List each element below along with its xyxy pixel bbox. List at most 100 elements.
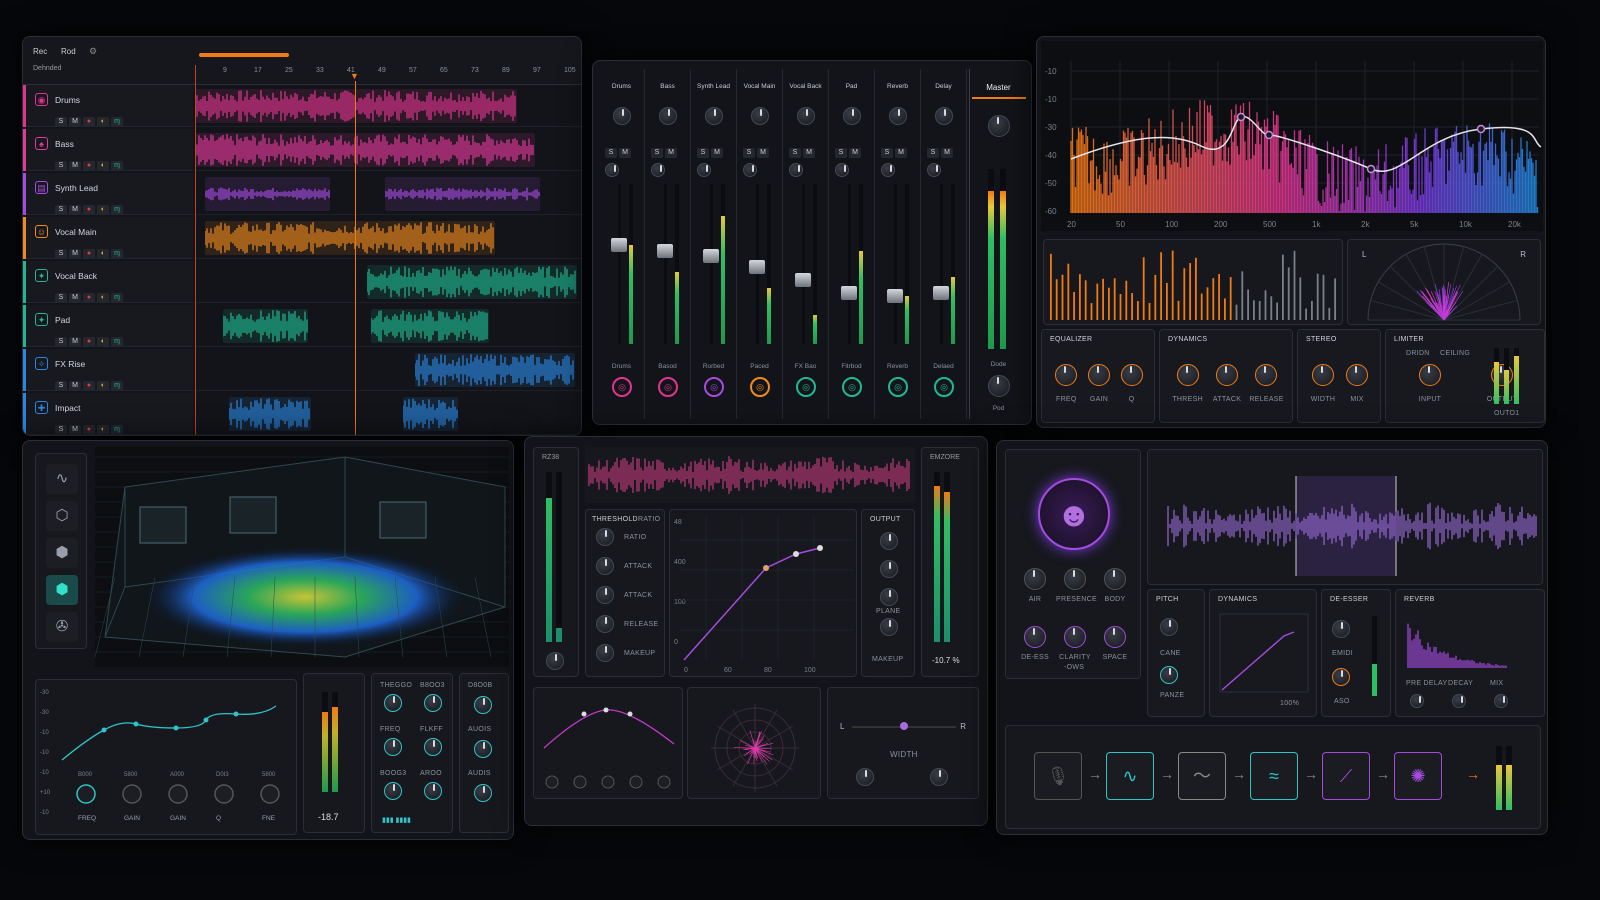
volume-fader[interactable] [933,285,949,300]
fader-track[interactable] [848,184,851,344]
cube-active-icon[interactable]: ⬢ [46,575,78,605]
solo-button[interactable]: S [55,293,67,303]
track-header[interactable]: ✦ Pad S M ● ◐ ɱ [23,305,193,347]
room-eq-node[interactable] [101,727,107,733]
room-right-knob[interactable] [474,740,492,758]
curve-icon[interactable]: ⟋ [1322,752,1370,800]
solo-button[interactable]: S [605,148,617,158]
send-knob[interactable] [743,163,757,177]
fx-button[interactable]: ɱ [111,117,123,127]
vocal-knob[interactable] [1064,568,1086,590]
audio-clip[interactable] [367,265,577,299]
pan-knob[interactable] [797,107,815,125]
mute-button[interactable]: M [69,249,81,259]
audio-clip[interactable] [415,353,575,387]
record-arm-button[interactable]: ● [83,205,95,215]
record-arm-button[interactable]: ● [83,117,95,127]
fx-knob[interactable] [1120,364,1143,386]
master-output-knob[interactable] [988,375,1010,397]
room-mid-knob[interactable] [424,694,442,712]
track-lane[interactable] [195,129,581,171]
record-arm-button[interactable]: ● [83,161,95,171]
send-knob[interactable] [927,163,941,177]
mute-button[interactable]: M [849,148,861,158]
playhead[interactable] [355,81,356,435]
channel-fx-icon[interactable]: ◎ [658,377,678,397]
pitch-knob-2[interactable] [1160,666,1178,684]
speaker-panel[interactable] [229,496,277,534]
mute-button[interactable]: M [711,148,723,158]
eq-node[interactable] [1236,112,1246,122]
track-header[interactable]: ◉ Drums S M ● ◐ ɱ [23,85,193,127]
monitor-button[interactable]: ◐ [97,205,109,215]
comp-transfer-curve[interactable] [683,547,821,661]
comp-vectorscope[interactable] [687,687,821,799]
deesser-knob-2[interactable] [1332,668,1350,686]
record-arm-button[interactable]: ● [83,337,95,347]
cube-icon[interactable]: ⬢ [46,538,78,568]
fx-button[interactable]: ɱ [111,161,123,171]
comp-param-knob[interactable] [596,586,614,604]
room-eq-knob[interactable] [214,784,234,804]
channel-fx-icon[interactable]: ◎ [612,377,632,397]
audio-clip[interactable] [195,133,535,167]
channel-fx-icon[interactable]: ◎ [842,377,862,397]
channel-fx-icon[interactable]: ◎ [750,377,770,397]
audio-clip[interactable] [371,309,489,343]
width-slider-handle[interactable] [900,722,908,730]
monitor-button[interactable]: ◐ [97,381,109,391]
mode-label[interactable]: Dehnded [33,65,61,72]
monitor-button[interactable]: ◐ [97,249,109,259]
volume-fader[interactable] [841,285,857,300]
solo-button[interactable]: S [651,148,663,158]
mute-button[interactable]: M [665,148,677,158]
track-header[interactable]: ♠ Bass S M ● ◐ ɱ [23,129,193,171]
fx-knob[interactable] [1176,364,1199,386]
room-mid-knob[interactable] [424,738,442,756]
fx-button[interactable]: ɱ [111,425,123,435]
width-knob-r[interactable] [930,768,948,786]
track-header[interactable]: ✧ FX Rise S M ● ◐ ɱ [23,349,193,391]
pulse-icon[interactable]: 〜 [1178,752,1226,800]
solo-button[interactable]: S [55,161,67,171]
mute-button[interactable]: M [69,293,81,303]
audio-clip[interactable] [195,89,517,123]
tab-rod[interactable]: Rod [61,47,76,56]
speaker-panel[interactable] [139,506,187,544]
solo-button[interactable]: S [697,148,709,158]
microphone-icon[interactable]: 🎙 [1034,752,1082,800]
fx-button[interactable]: ɱ [111,337,123,347]
room-eq-node[interactable] [173,725,179,731]
mute-button[interactable]: M [69,117,81,127]
cube-outline-icon[interactable]: ⬡ [46,501,78,531]
room-eq-curve[interactable] [61,705,277,761]
monitor-button[interactable]: ◐ [97,117,109,127]
mute-button[interactable]: M [803,148,815,158]
comp-eq-node[interactable] [603,707,609,713]
record-arm-button[interactable]: ● [83,249,95,259]
comp-transfer-graph[interactable]: 48 400 100 0 0 60 80 100 [669,509,857,677]
vocal-knob[interactable] [1104,626,1126,648]
fx-button[interactable]: ɱ [111,293,123,303]
room-eq-knob[interactable] [260,784,280,804]
record-arm-button[interactable]: ● [83,425,95,435]
track-lane[interactable] [195,305,581,347]
track-header[interactable]: ▤ Synth Lead S M ● ◐ ɱ [23,173,193,215]
comp-output-knob[interactable] [880,532,898,550]
record-arm-button[interactable]: ● [83,381,95,391]
tab-rec[interactable]: Rec [33,47,47,56]
audio-clip[interactable] [223,309,308,343]
room-mid-knob[interactable] [384,782,402,800]
fx-button[interactable]: ɱ [111,249,123,259]
audio-clip[interactable] [205,221,495,255]
pan-knob[interactable] [613,107,631,125]
eq-node[interactable] [1264,130,1274,140]
audio-clip[interactable] [205,177,330,211]
volume-fader[interactable] [749,260,765,275]
comp-curve-node[interactable] [763,565,769,571]
comp-eq-knob[interactable] [545,775,559,789]
fader-track[interactable] [940,184,943,344]
send-knob[interactable] [697,163,711,177]
solo-button[interactable]: S [835,148,847,158]
track-lane[interactable] [195,173,581,215]
